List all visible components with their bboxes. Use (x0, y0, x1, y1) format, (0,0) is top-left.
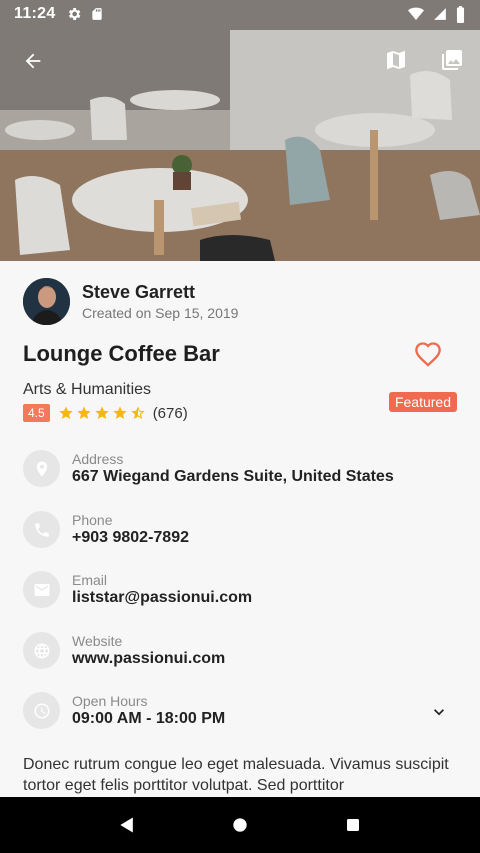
status-bar: 11:24 (0, 0, 480, 28)
rating-count: (676) (152, 404, 188, 422)
created-date: Created on Sep 15, 2019 (82, 305, 239, 321)
wifi-icon (408, 7, 424, 21)
signal-icon (434, 8, 446, 20)
address-label: Address (72, 451, 124, 467)
arrow-back-icon (25, 53, 41, 69)
hours-row[interactable]: Open Hours 09:00 AM - 18:00 PM (23, 692, 457, 729)
email-value: liststar@passionui.com (72, 589, 253, 606)
rating-row: 4.5 (676) (23, 404, 188, 422)
nav-back-button[interactable] (107, 805, 147, 845)
email-label: Email (72, 572, 108, 588)
hero-image: 11:24 (0, 0, 480, 261)
author-row[interactable]: Steve Garrett Created on Sep 15, 2019 (23, 278, 238, 325)
featured-badge: Featured (388, 392, 457, 412)
star-full-icon (95, 406, 109, 419)
website-label: Website (72, 633, 123, 649)
gallery-button[interactable] (432, 40, 472, 80)
back-button[interactable] (13, 41, 53, 81)
status-time: 11:24 (14, 5, 56, 22)
email-icon (23, 571, 60, 608)
phone-label: Phone (72, 512, 113, 528)
expand-hours-button[interactable] (429, 702, 449, 727)
nav-home-icon (233, 818, 247, 832)
email-row[interactable]: Email liststar@passionui.com (23, 571, 457, 608)
phone-icon (23, 511, 60, 548)
settings-gear-icon (68, 8, 80, 20)
star-full-icon (113, 406, 127, 419)
listing-title: Lounge Coffee Bar (23, 341, 220, 366)
nav-back-icon (119, 817, 133, 833)
hours-label: Open Hours (72, 693, 148, 709)
address-value: 667 Wiegand Gardens Suite, United States (72, 468, 394, 485)
star-rating (58, 405, 146, 421)
favorite-button[interactable] (414, 341, 444, 369)
phone-row[interactable]: Phone +903 9802-7892 (23, 511, 457, 548)
nav-home-button[interactable] (220, 805, 260, 845)
chevron-down-icon (434, 709, 444, 716)
author-name: Steve Garrett (82, 282, 196, 302)
nav-recents-icon (347, 819, 360, 831)
address-row[interactable]: Address 667 Wiegand Gardens Suite, Unite… (23, 450, 457, 487)
battery-icon (456, 5, 465, 23)
photo-library-icon (442, 50, 462, 70)
website-value: www.passionui.com (72, 650, 226, 667)
star-full-icon (77, 406, 91, 419)
listing-detail: Steve Garrett Created on Sep 15, 2019 Lo… (0, 261, 480, 797)
nav-recents-button[interactable] (333, 805, 373, 845)
phone-value: +903 9802-7892 (72, 529, 189, 546)
map-icon (386, 51, 405, 70)
author-photo (23, 278, 70, 325)
globe-icon (23, 632, 60, 669)
hours-value: 09:00 AM - 18:00 PM (72, 710, 226, 727)
system-nav-bar (0, 797, 480, 853)
description-text: Donec rutrum congue leo eget malesuada. … (23, 756, 449, 794)
rating-badge: 4.5 (23, 404, 50, 422)
location-pin-icon (23, 450, 60, 487)
heart-outline-icon (415, 342, 441, 367)
star-half-icon (131, 406, 145, 419)
sd-card-icon (91, 8, 102, 20)
map-button[interactable] (376, 40, 416, 80)
star-full-icon (59, 406, 73, 419)
clock-icon (23, 692, 60, 729)
website-row[interactable]: Website www.passionui.com (23, 632, 457, 669)
avatar[interactable] (23, 278, 70, 325)
category-label: Arts & Humanities (23, 381, 152, 398)
